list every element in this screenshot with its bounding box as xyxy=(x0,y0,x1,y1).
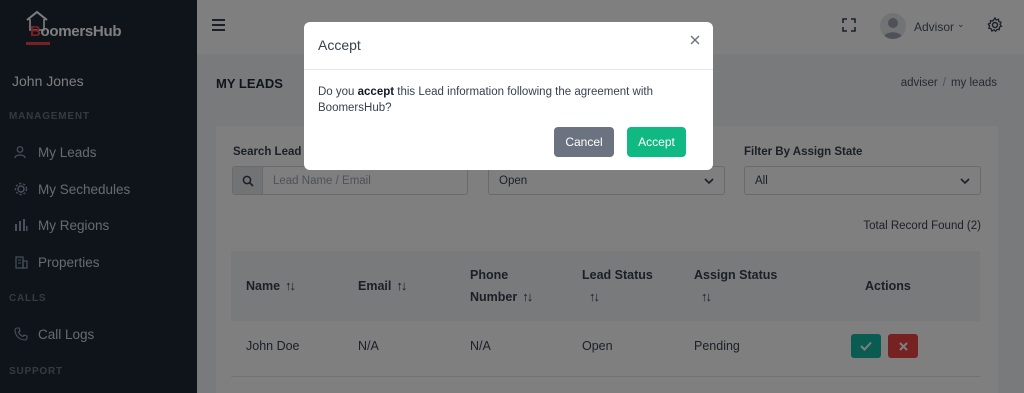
cancel-button[interactable]: Cancel xyxy=(554,127,614,157)
emphasis-accept: accept xyxy=(357,86,395,98)
dialog-title: Accept xyxy=(318,37,361,53)
accept-button[interactable]: Accept xyxy=(627,127,686,157)
dialog-message: Do you accept this Lead information foll… xyxy=(318,86,653,114)
accept-dialog: Accept Do you accept this Lead informati… xyxy=(304,22,713,170)
divider xyxy=(304,69,713,70)
close-icon[interactable] xyxy=(689,34,701,46)
